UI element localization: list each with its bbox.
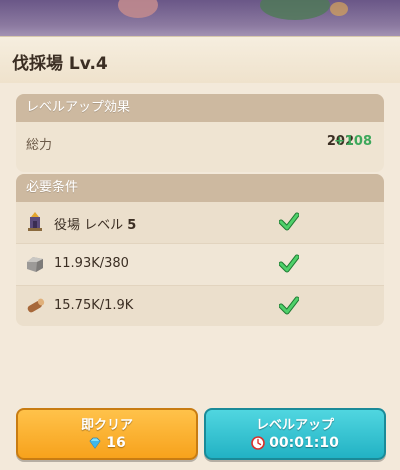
- requirement-level: 5: [127, 218, 137, 233]
- instant-clear-button[interactable]: 即クリア 16: [16, 408, 198, 460]
- stone-icon: [27, 257, 43, 272]
- check-icon: [279, 212, 299, 231]
- instant-clear-cost: 16: [106, 435, 126, 451]
- requirement-row-stone[interactable]: 11.93K/380: [16, 244, 384, 286]
- gem-icon: [89, 437, 101, 449]
- stat-row-power: 総力 202 +108: [16, 122, 384, 164]
- stat-label: 総力: [26, 138, 53, 153]
- wood-log-icon: [27, 298, 45, 313]
- building-title: 伐採場 Lv.4: [12, 54, 108, 74]
- requirements-panel: 必要条件 役場 レベル 5 11.93K/380 15.75K/1.9K: [16, 174, 384, 326]
- effect-heading: レベルアップ効果: [16, 94, 384, 122]
- level-up-time: 00:01:10: [269, 435, 339, 451]
- requirement-stone-amount: 11.93K/380: [54, 256, 129, 271]
- requirement-wood-amount: 15.75K/1.9K: [54, 298, 134, 313]
- level-up-label: レベルアップ: [255, 418, 334, 433]
- check-icon: [279, 254, 299, 273]
- level-up-button[interactable]: レベルアップ 00:01:10: [204, 408, 386, 460]
- levelup-effect-panel: レベルアップ効果 総力 202 +108: [16, 94, 384, 172]
- town-hall-icon: [28, 212, 42, 231]
- requirement-row-wood[interactable]: 15.75K/1.9K: [16, 286, 384, 326]
- clock-icon: [251, 436, 265, 450]
- requirement-row-town-hall[interactable]: 役場 レベル 5: [16, 202, 384, 244]
- requirement-name: 役場 レベル: [54, 218, 124, 233]
- check-icon: [279, 296, 299, 315]
- building-header: 伐採場 Lv.4: [0, 36, 400, 83]
- requirements-heading: 必要条件: [16, 174, 384, 202]
- background-scene: [0, 0, 400, 36]
- stat-bonus-value: +108: [333, 134, 372, 149]
- instant-clear-label: 即クリア: [80, 418, 133, 433]
